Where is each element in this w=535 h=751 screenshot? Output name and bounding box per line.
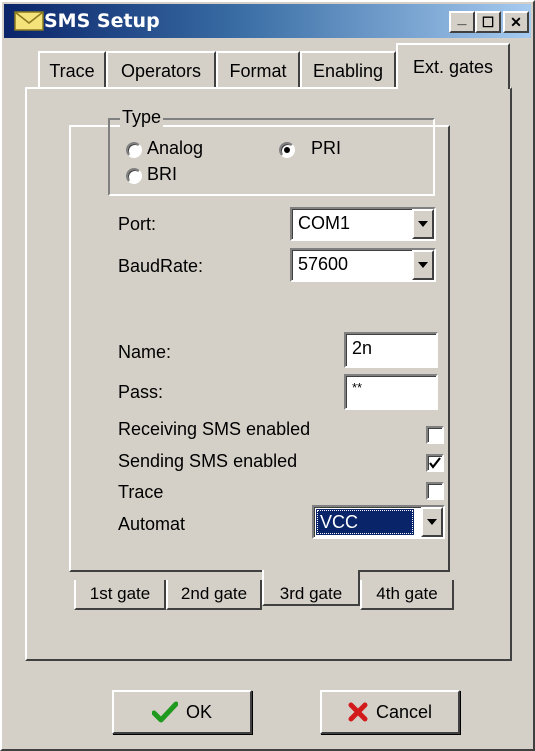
cancel-label: Cancel: [375, 701, 433, 722]
tab-label: Format: [229, 60, 287, 81]
cancel-button[interactable]: Cancel: [320, 690, 460, 734]
gate-tab-label: 4th gate: [376, 584, 438, 603]
type-group-legend: Type: [120, 107, 164, 128]
chevron-down-icon: [427, 519, 437, 525]
chevron-down-icon: [418, 262, 428, 268]
radio-analog[interactable]: [126, 142, 142, 158]
radio-bri[interactable]: [126, 168, 142, 184]
baudrate-label: BaudRate:: [118, 256, 204, 276]
gate-tab-label: 2nd gate: [180, 584, 248, 603]
tab-label: Ext. gates: [412, 56, 494, 77]
gate-tab-label: 1st gate: [89, 584, 151, 603]
checkmark-icon: [429, 457, 441, 469]
sending-sms-label: Sending SMS enabled: [118, 451, 298, 471]
receiving-sms-checkbox[interactable]: [426, 426, 444, 444]
gate-tab-label: 3rd gate: [279, 584, 343, 603]
baudrate-dropdown-button[interactable]: [412, 250, 434, 280]
tab-operators[interactable]: Operators: [106, 51, 216, 89]
sending-sms-checkbox[interactable]: [426, 454, 444, 472]
radio-pri[interactable]: [279, 142, 295, 158]
minimize-button[interactable]: _: [449, 10, 475, 33]
maximize-button[interactable]: ☐: [475, 11, 501, 33]
window-title: SMS Setup: [44, 10, 160, 32]
port-dropdown-button[interactable]: [412, 209, 434, 239]
tab-2nd-gate[interactable]: 2nd gate: [166, 580, 262, 610]
tab-1st-gate[interactable]: 1st gate: [74, 580, 166, 610]
baudrate-select[interactable]: 57600: [290, 248, 436, 282]
close-button[interactable]: ✕: [503, 11, 529, 33]
baudrate-value: 57600: [298, 254, 349, 274]
minimize-icon: _: [457, 10, 467, 27]
ok-label: OK: [185, 701, 212, 722]
tab-label: Enabling: [312, 60, 384, 81]
name-input[interactable]: 2n: [344, 332, 438, 368]
automat-label: Automat: [118, 514, 186, 534]
tab-enabling[interactable]: Enabling: [300, 51, 396, 89]
tab-label: Trace: [49, 60, 95, 81]
sms-setup-window: SMS Setup _ ☐ ✕ Trace Operators Format E…: [0, 0, 535, 751]
port-value: COM1: [298, 213, 351, 233]
tab-label: Operators: [120, 60, 202, 81]
radio-pri-label[interactable]: PRI: [311, 138, 341, 159]
cross-icon: [348, 702, 368, 722]
radio-analog-label[interactable]: Analog: [147, 138, 203, 159]
trace-checkbox[interactable]: [426, 482, 444, 500]
radio-bri-label[interactable]: BRI: [147, 164, 177, 185]
ok-button[interactable]: OK: [112, 690, 252, 734]
tab-format[interactable]: Format: [216, 51, 300, 89]
receiving-sms-label: Receiving SMS enabled: [118, 419, 311, 439]
automat-value: VCC: [316, 509, 414, 535]
chevron-down-icon: [418, 221, 428, 227]
tab-trace[interactable]: Trace: [38, 51, 106, 89]
envelope-icon: [14, 11, 44, 31]
tab-4th-gate[interactable]: 4th gate: [360, 580, 454, 610]
pass-label: Pass:: [118, 382, 164, 402]
name-value: 2n: [352, 338, 373, 358]
close-icon: ✕: [510, 13, 522, 30]
checkmark-icon: [151, 701, 178, 723]
automat-select[interactable]: VCC: [312, 505, 445, 539]
automat-dropdown-button[interactable]: [421, 507, 443, 537]
title-bar[interactable]: SMS Setup _ ☐ ✕: [4, 4, 531, 38]
trace-label: Trace: [118, 482, 164, 502]
password-input[interactable]: **: [344, 374, 438, 410]
name-label: Name:: [118, 342, 172, 362]
maximize-icon: ☐: [481, 13, 495, 30]
pass-value: **: [352, 380, 363, 395]
tab-3rd-gate[interactable]: 3rd gate: [262, 570, 360, 606]
port-label: Port:: [118, 214, 157, 234]
port-select[interactable]: COM1: [290, 207, 436, 241]
tab-ext-gates[interactable]: Ext. gates: [396, 43, 510, 89]
